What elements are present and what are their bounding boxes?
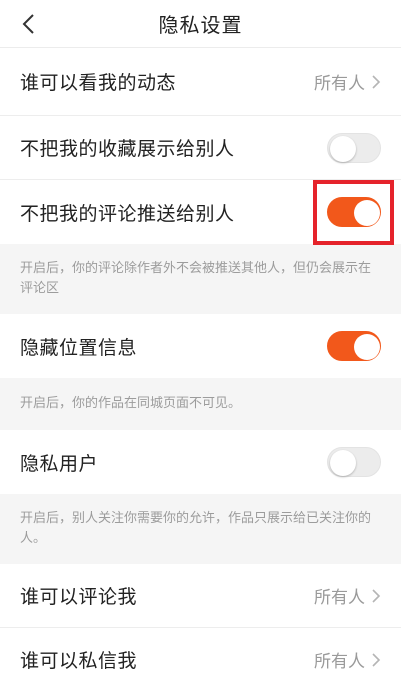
hide-location-note: 开启后，你的作品在同城页面不可见。 — [0, 378, 401, 430]
setting-hide-location: 隐藏位置信息 — [0, 314, 401, 378]
value-text: 所有人 — [314, 652, 365, 672]
hide-favorites-toggle[interactable] — [327, 132, 381, 163]
value-text: 所有人 — [314, 74, 365, 94]
setting-value: 所有人 — [314, 583, 381, 608]
setting-label: 不把我的收藏展示给别人 — [20, 138, 235, 160]
toggle-knob — [330, 450, 356, 476]
toggle-knob — [330, 135, 356, 162]
setting-label: 谁可以私信我 — [20, 650, 138, 672]
setting-label: 谁可以看我的动态 — [20, 72, 177, 94]
chevron-right-icon — [372, 652, 381, 667]
hide-location-toggle[interactable] — [327, 331, 381, 361]
setting-hide-favorites: 不把我的收藏展示给别人 — [0, 116, 401, 180]
setting-label: 不把我的评论推送给别人 — [20, 202, 235, 225]
top-bar: 隐私设置 — [0, 0, 401, 48]
setting-who-can-comment[interactable]: 谁可以评论我 所有人 — [0, 564, 401, 628]
back-button[interactable] — [10, 6, 46, 42]
setting-private-user: 隐私用户 — [0, 430, 401, 494]
chevron-left-icon — [22, 14, 34, 34]
setting-value: 所有人 — [314, 69, 381, 94]
annotation-highlight-box — [313, 180, 394, 245]
toggle-knob — [354, 334, 380, 360]
value-text: 所有人 — [314, 588, 365, 608]
chevron-right-icon — [372, 588, 381, 603]
note-text: 开启后，你的评论除作者外不会被推送其他人，但仍会展示在评论区 — [20, 261, 372, 296]
note-text: 开启后，别人关注你需要你的允许，作品只展示给已关注你的人。 — [20, 511, 372, 546]
setting-who-can-message[interactable]: 谁可以私信我 所有人 — [0, 628, 401, 689]
note-text: 开启后，你的作品在同城页面不可见。 — [20, 396, 242, 411]
setting-label: 隐藏位置信息 — [20, 336, 138, 359]
setting-label: 谁可以评论我 — [20, 586, 138, 608]
setting-value: 所有人 — [314, 647, 381, 672]
chevron-right-icon — [372, 74, 381, 89]
page-title: 隐私设置 — [158, 13, 243, 37]
setting-who-can-view[interactable]: 谁可以看我的动态 所有人 — [0, 48, 401, 116]
private-user-note: 开启后，别人关注你需要你的允许，作品只展示给已关注你的人。 — [0, 494, 401, 564]
setting-label: 隐私用户 — [20, 452, 99, 475]
private-user-toggle[interactable] — [327, 447, 381, 477]
hide-comments-note: 开启后，你的评论除作者外不会被推送其他人，但仍会展示在评论区 — [0, 244, 401, 314]
